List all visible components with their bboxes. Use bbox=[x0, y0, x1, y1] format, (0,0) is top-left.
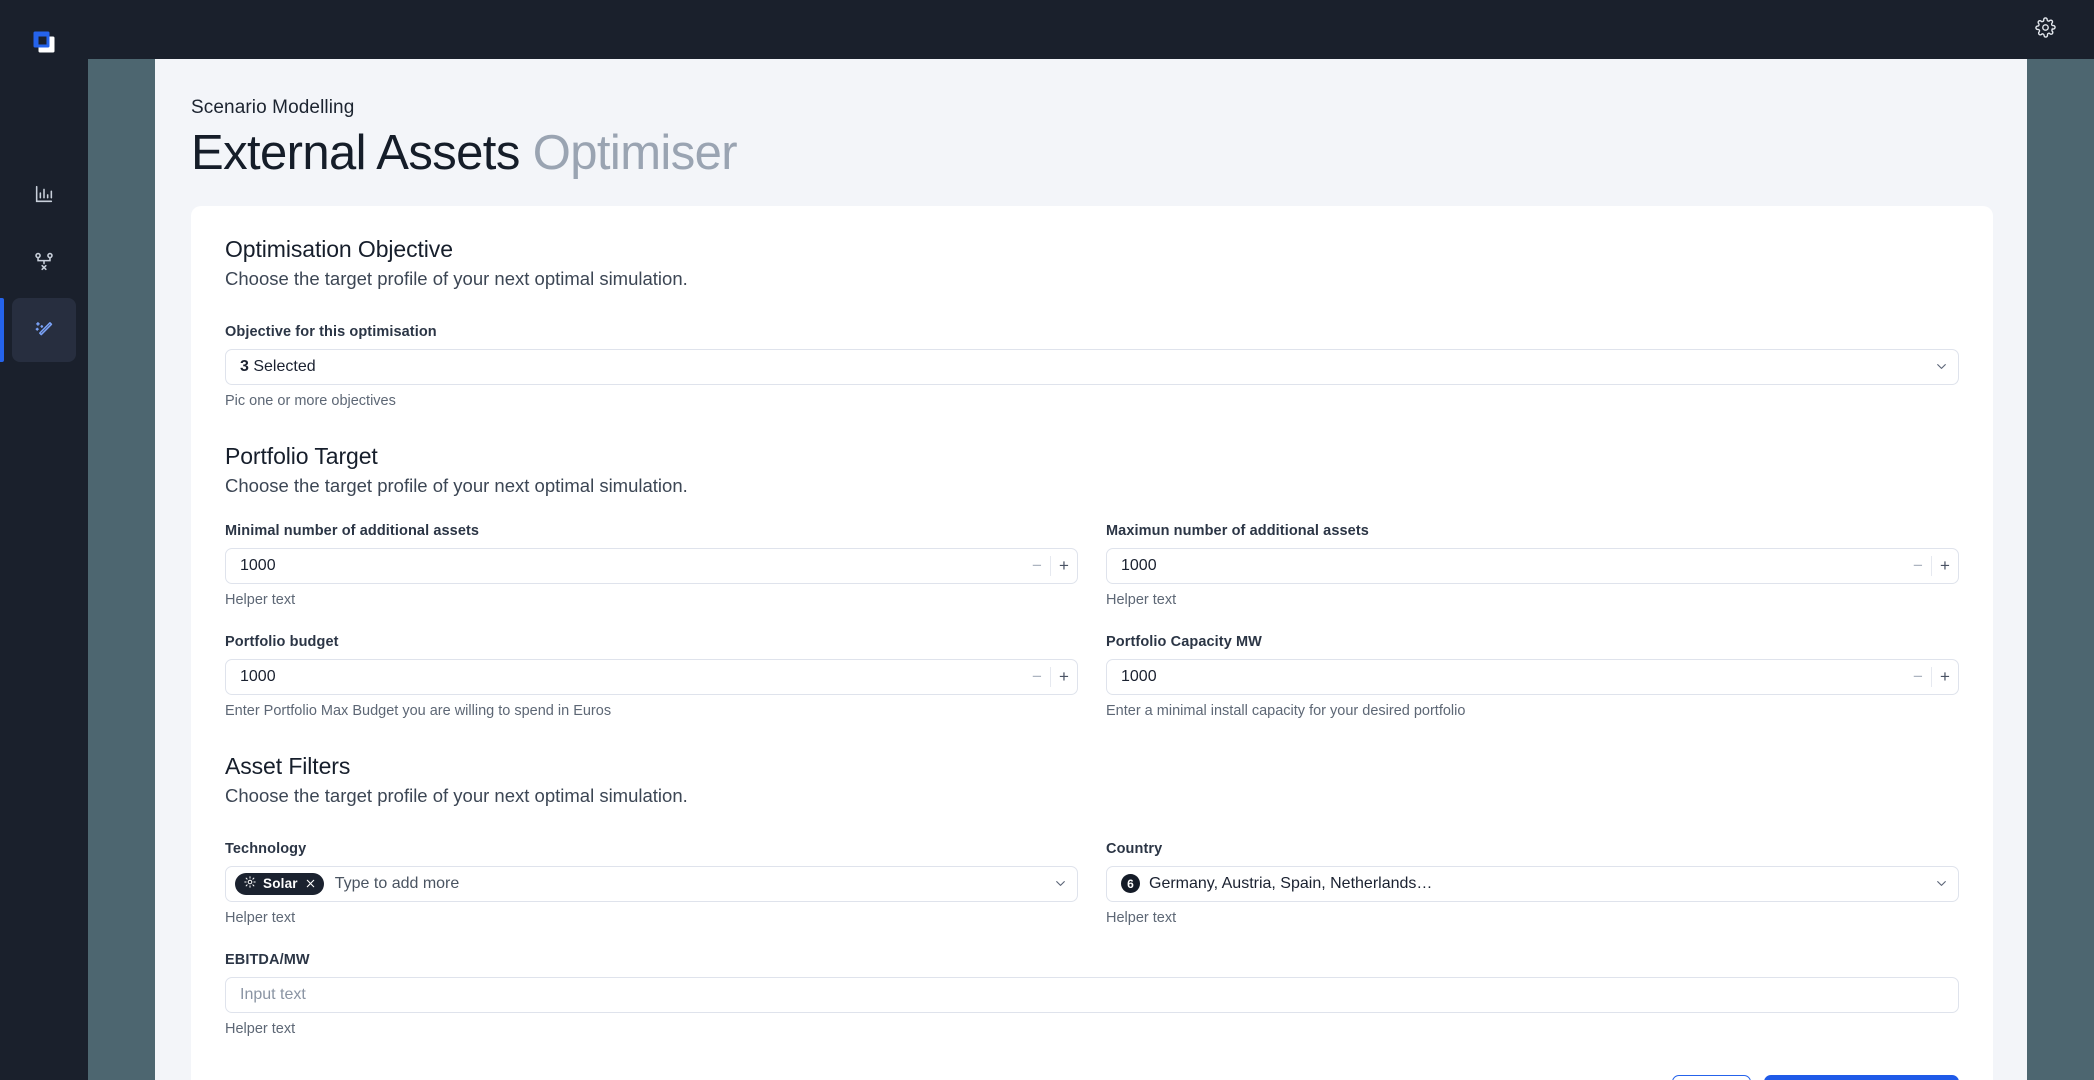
portfolio-budget-helper: Enter Portfolio Max Budget you are willi… bbox=[225, 702, 612, 719]
field-country: Country 6 Germany, Austria, Spain, Nethe… bbox=[1106, 841, 1959, 926]
objective-field-label: Objective for this optimisation bbox=[225, 323, 437, 340]
portfolio-capacity-helper: Enter a minimal install capacity for you… bbox=[1106, 702, 1466, 719]
field-technology: Technology Solar Type to add more Helper… bbox=[225, 841, 1078, 926]
minus-icon[interactable]: − bbox=[1024, 549, 1050, 583]
technology-multiselect[interactable]: Solar Type to add more bbox=[225, 865, 1078, 902]
chevron-down-icon[interactable] bbox=[1924, 867, 1958, 901]
plus-icon[interactable]: + bbox=[1932, 660, 1958, 694]
plus-icon[interactable]: + bbox=[1932, 549, 1958, 583]
portfolio-budget-label: Portfolio budget bbox=[225, 633, 339, 650]
gear-icon bbox=[2034, 16, 2056, 43]
page-title-main: External Assets bbox=[191, 126, 520, 180]
magic-wand-icon bbox=[33, 319, 55, 341]
chip-solar-label: Solar bbox=[263, 876, 298, 892]
portfolio-budget-stepper: − + bbox=[1024, 660, 1077, 694]
portfolio-capacity-input[interactable]: 1000 − + bbox=[1106, 658, 1959, 695]
app-root: Scenario Modelling External Assets Optim… bbox=[0, 0, 2094, 1080]
page-title: External Assets Optimiser bbox=[191, 127, 1991, 180]
sidebar bbox=[0, 0, 88, 1080]
country-multiselect[interactable]: 6 Germany, Austria, Spain, Netherlands… bbox=[1106, 865, 1959, 902]
portfolio-budget-input[interactable]: 1000 − + bbox=[225, 658, 1078, 695]
optimiser-form-card: Optimisation Objective Choose the target… bbox=[191, 205, 1993, 1080]
technology-label: Technology bbox=[225, 840, 307, 857]
page-title-muted: Optimiser bbox=[532, 126, 738, 180]
section-subtitle-objective: Choose the target profile of your next o… bbox=[225, 267, 688, 289]
country-value: 6 Germany, Austria, Spain, Netherlands… bbox=[1107, 874, 1924, 894]
portfolio-budget-value[interactable]: 1000 bbox=[226, 668, 1024, 686]
sidebar-item-scenarios[interactable] bbox=[12, 230, 76, 294]
plus-icon[interactable]: + bbox=[1051, 549, 1077, 583]
ebitda-input[interactable]: Input text bbox=[225, 976, 1959, 1013]
minus-icon[interactable]: − bbox=[1905, 549, 1931, 583]
min-assets-input[interactable]: 1000 − + bbox=[225, 547, 1078, 584]
settings-button[interactable] bbox=[2030, 15, 2060, 45]
sidebar-item-optimiser[interactable] bbox=[0, 298, 76, 362]
minus-icon[interactable]: − bbox=[1024, 660, 1050, 694]
breadcrumb: Scenario Modelling bbox=[191, 97, 355, 118]
max-assets-label: Maximun number of additional assets bbox=[1106, 522, 1369, 539]
save-and-continue-button[interactable]: Save and continue bbox=[1764, 1074, 1959, 1080]
section-title-portfolio: Portfolio Target bbox=[225, 442, 378, 469]
technology-helper: Helper text bbox=[225, 909, 296, 926]
country-selected-text: Germany, Austria, Spain, Netherlands… bbox=[1149, 874, 1433, 892]
close-icon[interactable] bbox=[305, 878, 316, 889]
country-label: Country bbox=[1106, 840, 1163, 857]
country-helper: Helper text bbox=[1106, 909, 1177, 926]
max-assets-value[interactable]: 1000 bbox=[1107, 557, 1905, 575]
plus-icon[interactable]: + bbox=[1051, 660, 1077, 694]
objective-select-value: 3 Selected bbox=[226, 358, 1924, 376]
network-nodes-icon bbox=[33, 251, 55, 273]
portfolio-capacity-value[interactable]: 1000 bbox=[1107, 668, 1905, 686]
minus-icon[interactable]: − bbox=[1905, 660, 1931, 694]
section-title-objective: Optimisation Objective bbox=[225, 235, 453, 262]
technology-placeholder[interactable]: Type to add more bbox=[335, 875, 460, 893]
section-subtitle-filters: Choose the target profile of your next o… bbox=[225, 784, 688, 806]
main-content: Scenario Modelling External Assets Optim… bbox=[155, 59, 2027, 1080]
chevron-down-icon[interactable] bbox=[1043, 867, 1077, 901]
min-assets-label: Minimal number of additional assets bbox=[225, 522, 480, 539]
field-ebitda: EBITDA/MW Input text Helper text bbox=[225, 952, 1959, 1037]
objective-selected-text: Selected bbox=[253, 357, 316, 375]
min-assets-helper: Helper text bbox=[225, 591, 296, 608]
max-assets-stepper: − + bbox=[1905, 549, 1958, 583]
field-portfolio-budget: Portfolio budget 1000 − + Enter Portfoli… bbox=[225, 634, 1078, 719]
portfolio-capacity-label: Portfolio Capacity MW bbox=[1106, 633, 1262, 650]
bar-chart-icon bbox=[33, 183, 55, 205]
section-title-filters: Asset Filters bbox=[225, 752, 351, 779]
topbar bbox=[88, 0, 2094, 59]
chip-solar[interactable]: Solar bbox=[235, 872, 324, 895]
sidebar-item-analytics[interactable] bbox=[12, 162, 76, 226]
sun-icon bbox=[244, 875, 256, 893]
ebitda-label: EBITDA/MW bbox=[225, 951, 310, 968]
chevron-down-icon[interactable] bbox=[1924, 350, 1958, 384]
portfolio-capacity-stepper: − + bbox=[1905, 660, 1958, 694]
reset-button[interactable]: Reset bbox=[1671, 1074, 1752, 1080]
field-min-assets: Minimal number of additional assets 1000… bbox=[225, 523, 1078, 608]
max-assets-helper: Helper text bbox=[1106, 591, 1177, 608]
max-assets-input[interactable]: 1000 − + bbox=[1106, 547, 1959, 584]
portfolio-row-2: Portfolio budget 1000 − + Enter Portfoli… bbox=[225, 634, 1959, 719]
country-count-badge: 6 bbox=[1121, 874, 1140, 894]
field-max-assets: Maximun number of additional assets 1000… bbox=[1106, 523, 1959, 608]
app-logo-icon[interactable] bbox=[12, 10, 76, 74]
min-assets-stepper: − + bbox=[1024, 549, 1077, 583]
min-assets-value[interactable]: 1000 bbox=[226, 557, 1024, 575]
objective-helper-text: Pic one or more objectives bbox=[225, 392, 396, 409]
field-portfolio-capacity: Portfolio Capacity MW 1000 − + Enter a m… bbox=[1106, 634, 1959, 719]
section-subtitle-portfolio: Choose the target profile of your next o… bbox=[225, 474, 688, 496]
ebitda-helper: Helper text bbox=[225, 1020, 296, 1037]
objective-select[interactable]: 3 Selected bbox=[225, 348, 1959, 385]
objective-selected-count: 3 bbox=[240, 357, 249, 375]
portfolio-row-1: Minimal number of additional assets 1000… bbox=[225, 523, 1959, 608]
ebitda-placeholder[interactable]: Input text bbox=[226, 986, 1958, 1004]
form-actions: Reset Save and continue bbox=[225, 1074, 1959, 1080]
filters-row-1: Technology Solar Type to add more Helper… bbox=[225, 841, 1959, 926]
technology-value: Solar Type to add more bbox=[226, 872, 1043, 895]
